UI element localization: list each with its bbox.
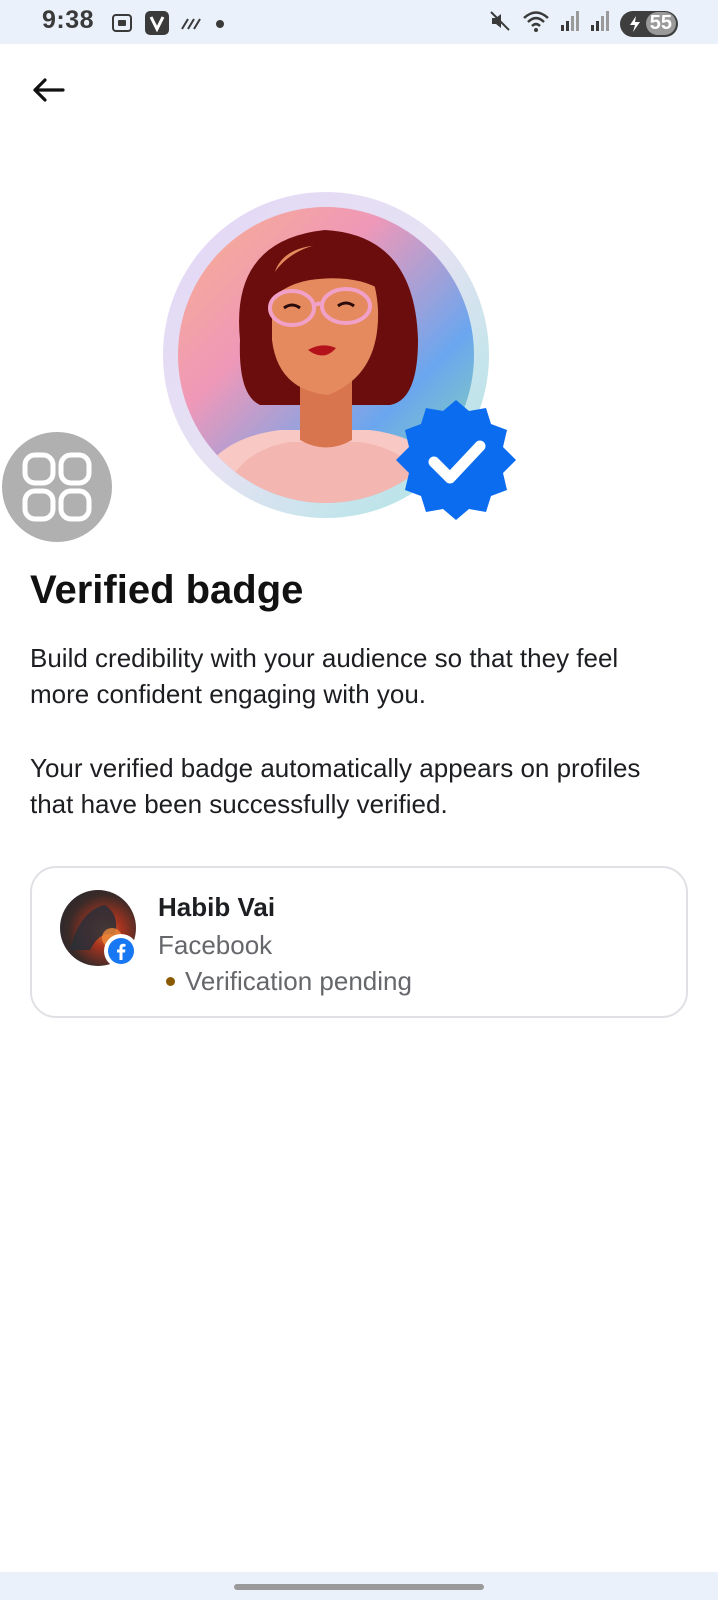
description-credibility: Build credibility with your audience so … [30,643,619,709]
verified-illustration [160,190,530,530]
status-right-icons: 55 [488,9,678,38]
status-left-icons [110,10,226,41]
arrow-left-icon [33,78,65,102]
account-name: Habib Vai [158,892,276,922]
dot-icon [214,17,226,35]
description-badge-appears: Your verified badge automatically appear… [30,753,641,819]
battery-level: 55 [645,12,676,35]
grid-icon [22,452,92,522]
wifi-icon [522,9,550,38]
screenshot-icon [110,11,134,40]
mute-icon [488,9,512,38]
page-title: Verified badge [30,568,304,612]
account-card[interactable]: Habib Vai Facebook Verification pending [30,866,688,1018]
home-indicator[interactable] [234,1584,484,1590]
account-platform: Facebook [158,930,273,960]
status-dot-icon [166,977,175,986]
v-app-icon [144,10,170,41]
battery-icon: 55 [619,10,678,37]
status-bar: 9:38 55 [0,0,718,44]
facebook-icon [104,934,138,968]
status-time: 9:38 [42,6,95,34]
signal-icon [560,10,580,37]
verification-status: Verification pending [166,966,412,997]
back-button[interactable] [28,72,68,108]
signal-strike-icon [180,13,204,38]
floating-apps-button[interactable] [2,432,112,542]
system-nav-bar [0,1572,718,1600]
signal-icon [590,10,610,37]
verification-status-label: Verification pending [185,966,412,996]
